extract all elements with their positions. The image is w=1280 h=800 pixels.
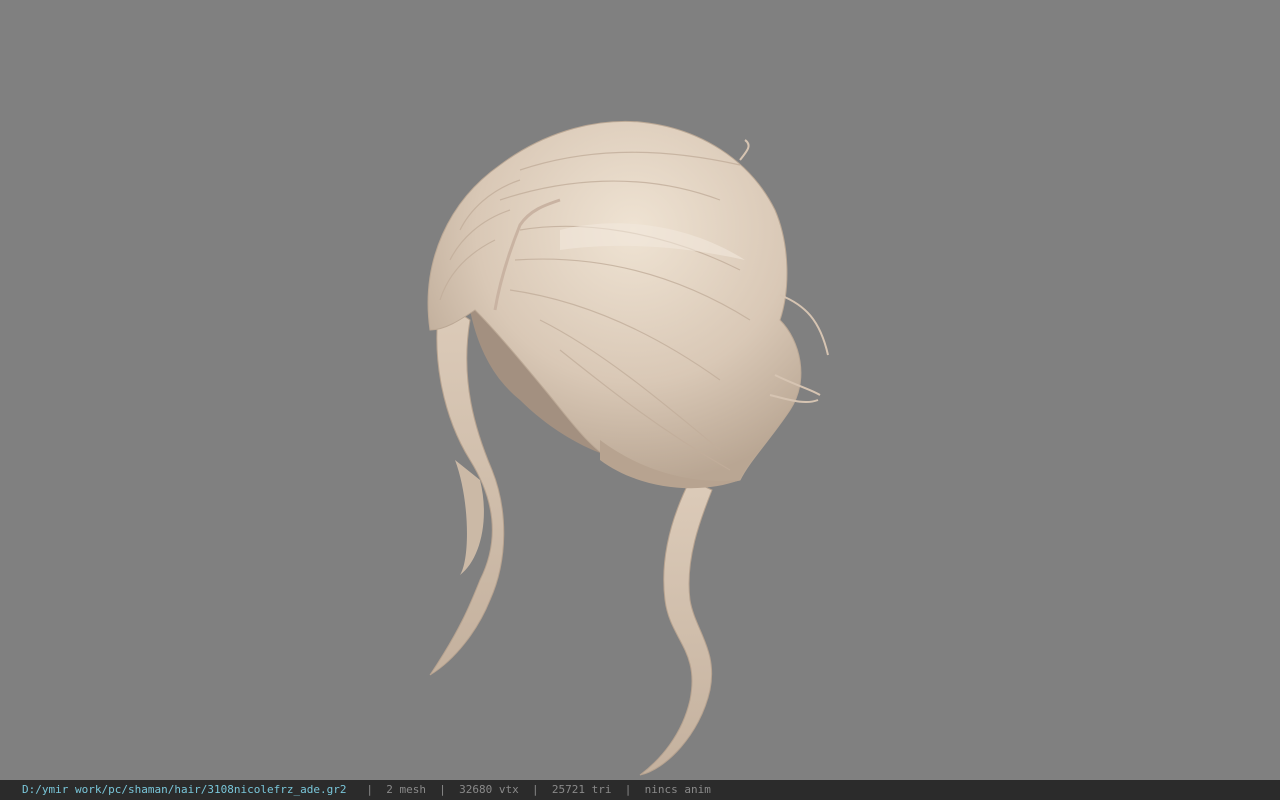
hair-right-strand bbox=[639, 479, 713, 776]
anim-status: nincs anim bbox=[644, 783, 711, 796]
separator: | bbox=[624, 783, 632, 796]
triangle-count: 25721 tri bbox=[551, 783, 612, 796]
separator: | bbox=[439, 783, 446, 796]
separator: | bbox=[366, 783, 374, 796]
hair-model bbox=[427, 120, 829, 776]
separator: | bbox=[532, 783, 539, 796]
vertex-count: 32680 vtx bbox=[459, 783, 519, 796]
hair-main-mass bbox=[427, 120, 802, 485]
mesh-count: 2 mesh bbox=[386, 783, 427, 796]
file-path: D:/ymir work/pc/shaman/hair/3108nicolefr… bbox=[22, 783, 347, 796]
3d-viewport[interactable] bbox=[0, 0, 1280, 780]
status-bar: D:/ymir work/pc/shaman/hair/3108nicolefr… bbox=[0, 780, 1280, 800]
